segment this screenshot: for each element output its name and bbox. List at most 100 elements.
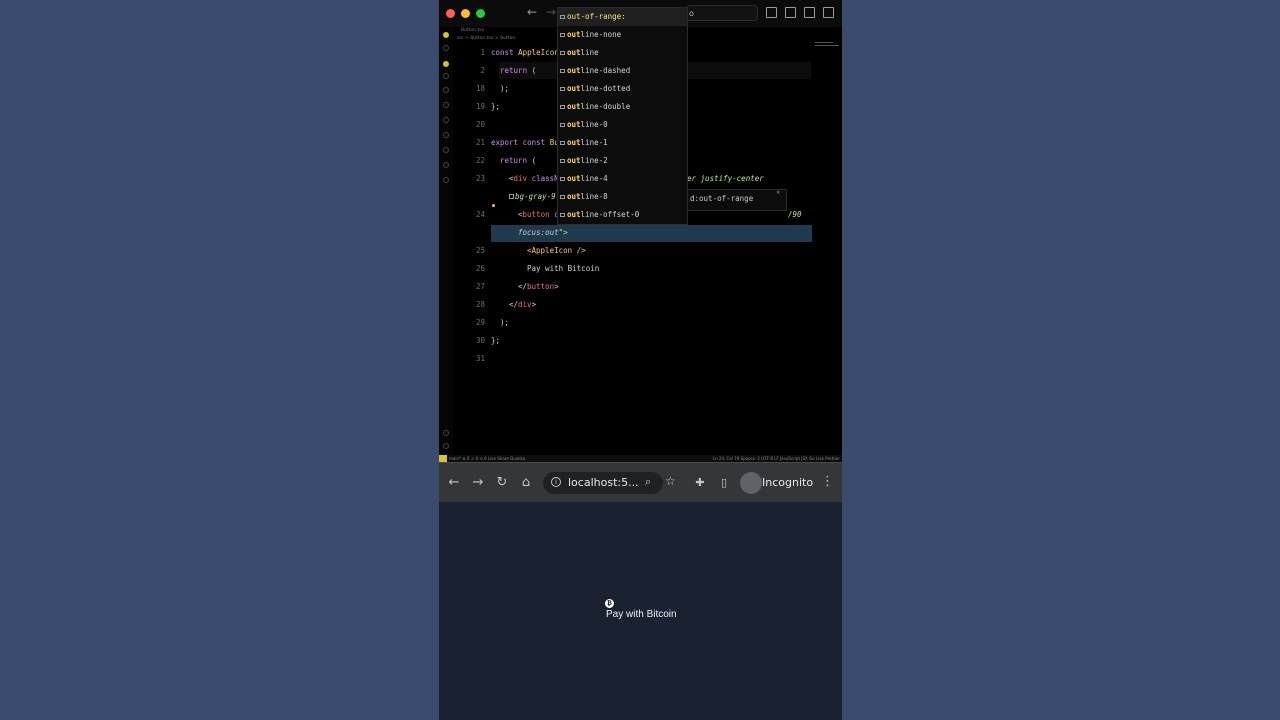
manage-gear-icon[interactable] xyxy=(443,443,449,449)
live-share-icon[interactable] xyxy=(443,132,449,138)
back-arrow-icon[interactable]: ← xyxy=(527,5,537,19)
breadcrumb-path[interactable]: src > Button.tsx > Button xyxy=(457,36,515,41)
search-icon[interactable] xyxy=(443,45,449,51)
code-line-25: <AppleIcon /> xyxy=(527,246,586,255)
class-icon xyxy=(560,50,565,55)
suggestion-item[interactable]: outline-4 xyxy=(558,170,687,188)
class-icon xyxy=(560,122,565,127)
line-number: 29 xyxy=(475,318,485,327)
editor-tab-button-tsx[interactable]: Button.tsx xyxy=(461,28,484,33)
line-number: 19 xyxy=(475,102,485,111)
page-content: ₿ Pay with Bitcoin xyxy=(439,502,842,720)
extensions-icon[interactable] xyxy=(443,87,449,93)
bookmark-star-icon[interactable]: ☆ xyxy=(665,474,676,488)
line-number-gutter: 1 2 18 19 20 21 22 23 24 25 26 27 28 29 … xyxy=(453,43,489,455)
code-line-18: ); xyxy=(500,84,510,93)
class-icon xyxy=(560,32,565,37)
code-line-24-wrap: focus:out"> xyxy=(518,228,568,237)
git-graph-icon[interactable] xyxy=(443,147,449,153)
line-number: 23 xyxy=(475,174,485,183)
status-bar-left[interactable]: main* ⊗ 0 ⚠ 0 ⟲ 0 Live Share Quokka xyxy=(449,455,525,462)
forward-arrow-icon[interactable]: → xyxy=(546,5,556,19)
line-number: 20 xyxy=(475,120,485,129)
code-line-22: return ( xyxy=(500,156,537,165)
more-menu-icon[interactable]: ⋮ xyxy=(821,474,834,489)
toggle-sidebar-icon[interactable] xyxy=(766,7,777,18)
address-bar[interactable]: i localhost:5... ⌕ xyxy=(543,472,663,494)
suggestion-item[interactable]: outline-none xyxy=(558,26,687,44)
home-icon[interactable]: ⌂ xyxy=(517,474,535,492)
suggestion-item[interactable]: outline-0 xyxy=(558,116,687,134)
code-line-1: const AppleIcon xyxy=(491,48,559,57)
suggestion-item[interactable]: outline-8 xyxy=(558,188,687,206)
explorer-icon[interactable] xyxy=(443,32,449,38)
code-line-19: }; xyxy=(491,102,501,111)
line-number: 31 xyxy=(475,354,485,363)
site-info-icon[interactable]: i xyxy=(551,477,561,487)
browser-toolbar: ← → ↻ ⌂ i localhost:5... ⌕ ☆ ✚ ▯ Incogni… xyxy=(439,462,842,502)
pay-with-bitcoin-button[interactable]: Pay with Bitcoin xyxy=(606,609,677,620)
color-swatch-icon xyxy=(509,194,514,199)
minimize-window-button[interactable] xyxy=(461,9,470,18)
code-line-23-wrap: bg-gray-9 xyxy=(509,192,556,201)
incognito-label[interactable]: Incognito xyxy=(762,473,813,493)
side-panel-icon[interactable]: ▯ xyxy=(715,474,733,492)
class-icon xyxy=(560,158,565,163)
code-line-21: export const Bu xyxy=(491,138,559,147)
remote-icon[interactable] xyxy=(443,102,449,108)
class-icon xyxy=(560,176,565,181)
line-number: 24 xyxy=(475,210,485,219)
code-line-29: ); xyxy=(500,318,510,327)
browser-window: ← → ↻ ⌂ i localhost:5... ⌕ ☆ ✚ ▯ Incogni… xyxy=(439,462,842,720)
line-number: 30 xyxy=(475,336,485,345)
account-icon[interactable] xyxy=(443,430,449,436)
bitcoin-icon[interactable]: ₿ xyxy=(605,599,614,608)
remote-indicator[interactable] xyxy=(439,455,447,462)
forward-icon[interactable]: → xyxy=(469,474,487,492)
customize-layout-icon[interactable] xyxy=(823,7,834,18)
toggle-panel-icon[interactable] xyxy=(785,7,796,18)
zoom-icon[interactable]: ⌕ xyxy=(645,475,651,489)
reload-icon[interactable]: ↻ xyxy=(493,474,511,492)
extensions-puzzle-icon[interactable]: ✚ xyxy=(691,474,709,492)
line-number: 26 xyxy=(475,264,485,273)
status-bar-right[interactable]: Ln 24, Col 79 Spaces: 2 UTF-8 LF JavaScr… xyxy=(713,455,840,462)
screen-frame: ← → o Button.tsx src > Button.tsx > Butt… xyxy=(439,0,842,720)
status-bar: main* ⊗ 0 ⚠ 0 ⟲ 0 Live Share Quokka Ln 2… xyxy=(439,455,842,462)
line-number: 2 xyxy=(480,66,485,75)
close-window-button[interactable] xyxy=(446,9,455,18)
testing-icon[interactable] xyxy=(443,117,449,123)
code-line-23: <div classN xyxy=(509,174,559,183)
code-line-27: </button> xyxy=(518,282,559,291)
code-line-26: Pay with Bitcoin xyxy=(527,264,600,273)
line-number: 25 xyxy=(475,246,485,255)
line-number: 18 xyxy=(475,84,485,93)
maximize-window-button[interactable] xyxy=(476,9,485,18)
class-icon xyxy=(560,86,565,91)
suggestion-item[interactable]: outline-double xyxy=(558,98,687,116)
suggestion-item[interactable]: outline-1 xyxy=(558,134,687,152)
database-icon[interactable] xyxy=(443,177,449,183)
line-number: 27 xyxy=(475,282,485,291)
command-center-input[interactable]: o xyxy=(686,5,758,21)
close-icon[interactable]: × xyxy=(776,184,780,202)
suggestion-item[interactable]: outline-offset-0 xyxy=(558,206,687,224)
run-debug-icon[interactable] xyxy=(443,73,449,79)
code-line-24: <button c xyxy=(518,210,559,219)
back-icon[interactable]: ← xyxy=(445,474,463,492)
suggestion-item[interactable]: outline xyxy=(558,44,687,62)
line-number: 1 xyxy=(480,48,485,57)
code-line-30: }; xyxy=(491,336,501,345)
suggestion-item[interactable]: outline-2 xyxy=(558,152,687,170)
suggestion-item[interactable]: outline-dotted xyxy=(558,80,687,98)
code-line-24-tail: /90 xyxy=(788,210,802,219)
suggestion-item[interactable]: out-of-range: xyxy=(558,8,687,26)
class-icon xyxy=(560,104,565,109)
source-control-icon[interactable] xyxy=(443,61,449,67)
autocomplete-dropdown: out-of-range: outline-none outline outli… xyxy=(557,7,688,225)
code-editor-window: ← → o Button.tsx src > Button.tsx > Butt… xyxy=(439,0,842,462)
incognito-avatar-icon[interactable] xyxy=(740,472,762,494)
toggle-secondary-sidebar-icon[interactable] xyxy=(804,7,815,18)
suggestion-item[interactable]: outline-dashed xyxy=(558,62,687,80)
docker-icon[interactable] xyxy=(443,162,449,168)
